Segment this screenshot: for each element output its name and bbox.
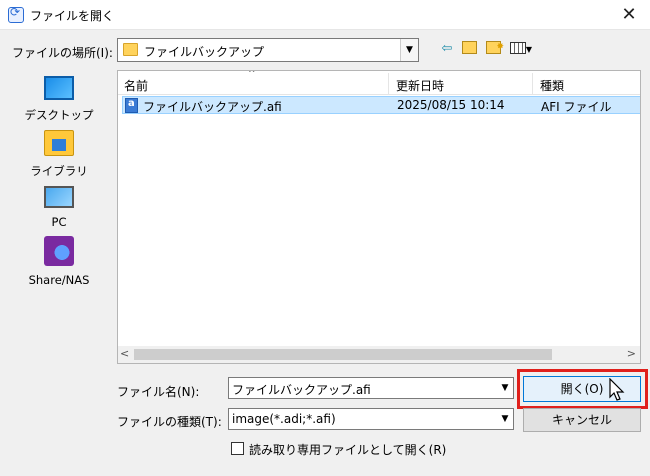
place-label: デスクトップ bbox=[24, 108, 94, 122]
column-type[interactable]: 種類 bbox=[540, 77, 564, 94]
chevron-down-icon[interactable]: ▼ bbox=[497, 378, 513, 398]
app-icon bbox=[8, 5, 24, 23]
window-title: ファイルを開く bbox=[30, 9, 115, 23]
filetype-select[interactable]: image(*.adi;*.afi) ▼ bbox=[228, 408, 514, 430]
file-name: ファイルバックアップ.afi bbox=[143, 100, 282, 114]
scroll-thumb[interactable] bbox=[134, 349, 552, 360]
column-header: 名前 更新日時 種類 bbox=[118, 73, 640, 95]
location-combo[interactable]: ファイルバックアップ ▼ bbox=[117, 38, 419, 62]
readonly-checkbox[interactable] bbox=[231, 442, 244, 455]
place-label: ライブラリ bbox=[30, 164, 88, 178]
filename-value: ファイルバックアップ.afi bbox=[232, 383, 371, 397]
place-label: Share/NAS bbox=[28, 273, 90, 287]
pc-icon bbox=[44, 186, 74, 208]
close-icon[interactable]: ✕ bbox=[616, 2, 642, 28]
library-icon bbox=[44, 130, 74, 156]
file-icon bbox=[125, 98, 138, 113]
places-bar: デスクトップ ライブラリ PC Share/NAS bbox=[12, 70, 106, 370]
place-share-nas[interactable]: Share/NAS bbox=[12, 236, 106, 287]
folder-icon bbox=[123, 43, 138, 56]
scroll-right-icon[interactable]: > bbox=[627, 347, 636, 360]
chevron-down-icon[interactable]: ▼ bbox=[497, 409, 513, 429]
title-bar: ファイルを開く ✕ bbox=[0, 0, 650, 30]
place-library[interactable]: ライブラリ bbox=[12, 130, 106, 179]
place-label: PC bbox=[51, 215, 67, 229]
desktop-icon bbox=[44, 76, 74, 100]
mouse-cursor-icon bbox=[609, 378, 625, 401]
chevron-down-icon[interactable]: ▼ bbox=[400, 39, 418, 61]
file-type: AFI ファイル bbox=[541, 100, 612, 114]
cancel-button[interactable]: キャンセル bbox=[523, 408, 641, 432]
location-label: ファイルの場所(I): bbox=[12, 46, 113, 60]
column-name[interactable]: 名前 bbox=[124, 77, 148, 94]
readonly-label: 読み取り専用ファイルとして開く(R) bbox=[249, 443, 447, 457]
network-icon bbox=[44, 236, 74, 266]
back-icon[interactable]: ⇦ bbox=[436, 39, 458, 59]
place-desktop[interactable]: デスクトップ bbox=[12, 76, 106, 123]
location-value: ファイルバックアップ bbox=[144, 45, 265, 59]
filetype-value: image(*.adi;*.afi) bbox=[232, 412, 336, 426]
file-list[interactable]: ^ 名前 更新日時 種類 ファイルバックアップ.afi 2025/08/15 1… bbox=[117, 70, 641, 364]
new-folder-icon[interactable]: ✸ bbox=[482, 39, 504, 59]
filename-field[interactable]: ファイルバックアップ.afi ▼ bbox=[228, 377, 514, 399]
scroll-left-icon[interactable]: < bbox=[120, 347, 129, 360]
file-modified: 2025/08/15 10:14 bbox=[397, 98, 505, 112]
view-menu-icon[interactable]: ▼ bbox=[506, 39, 536, 59]
horizontal-scrollbar[interactable]: < > bbox=[118, 346, 640, 363]
column-modified[interactable]: 更新日時 bbox=[396, 77, 444, 94]
place-pc[interactable]: PC bbox=[12, 186, 106, 229]
file-row[interactable]: ファイルバックアップ.afi 2025/08/15 10:14 AFI ファイル bbox=[122, 96, 640, 114]
filetype-label: ファイルの種類(T): bbox=[117, 415, 222, 429]
up-folder-icon[interactable] bbox=[458, 39, 480, 59]
filename-label: ファイル名(N): bbox=[117, 385, 200, 399]
